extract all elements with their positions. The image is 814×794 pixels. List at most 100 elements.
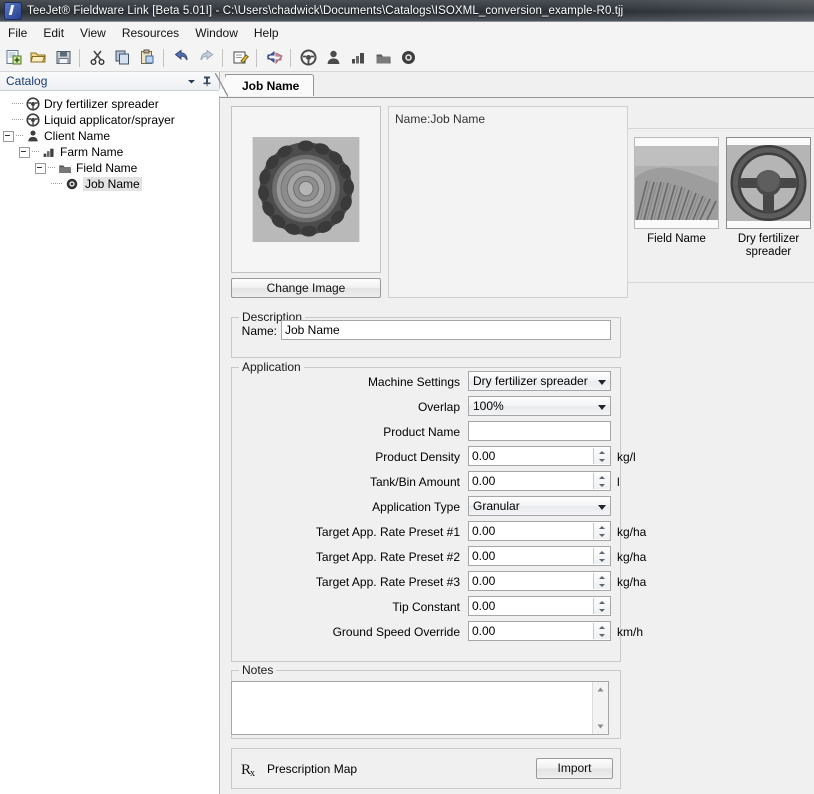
tip-constant-input[interactable]: 0.00 (468, 596, 611, 616)
target-rate-preset-3-label: Target App. Rate Preset #3 (315, 575, 460, 589)
tree-connector (12, 103, 23, 105)
field-icon (376, 54, 390, 64)
toolbar-cut-button[interactable] (85, 46, 109, 70)
machine-settings-combo[interactable]: Dry fertilizer spreader (468, 371, 611, 391)
menu-item-window[interactable]: Window (187, 23, 246, 43)
target-rate-preset-1-input[interactable]: 0.00 (468, 521, 611, 541)
toolbar-farm-button[interactable] (346, 46, 370, 70)
machine-settings-label: Machine Settings (367, 375, 460, 389)
new-icon (6, 50, 21, 65)
toolbar-transfer-button[interactable] (262, 46, 286, 70)
tip-constant-stepper[interactable] (593, 598, 610, 614)
svg-text:x: x (250, 768, 255, 778)
stepper-down[interactable] (594, 531, 610, 539)
stepper-up[interactable] (594, 523, 610, 531)
job-name-summary: Name:Job Name (388, 106, 628, 298)
stepper-down[interactable] (594, 556, 610, 564)
change-image-button[interactable]: Change Image (231, 278, 381, 298)
product-name-input[interactable] (468, 421, 611, 441)
target-rate-preset-1-label: Target App. Rate Preset #1 (315, 525, 460, 539)
job-image-box[interactable] (231, 106, 381, 273)
tree-expander-field[interactable] (35, 162, 46, 174)
tip-constant-value: 0.00 (472, 599, 496, 613)
stepper-up[interactable] (594, 473, 610, 481)
toolbar-client-button[interactable] (321, 46, 345, 70)
tree-item-label: Field Name (76, 161, 138, 175)
notes-scrollbar[interactable] (592, 682, 608, 734)
tree-item-field-name[interactable]: Field Name (0, 160, 219, 176)
tree-connector (32, 151, 39, 153)
stepper-up[interactable] (594, 573, 610, 581)
toolbar-redo-button[interactable] (194, 46, 218, 70)
stepper-up[interactable] (594, 448, 610, 456)
stepper-down[interactable] (594, 456, 610, 464)
target-rate-preset-2-stepper[interactable] (593, 548, 610, 564)
tree-item-liquid-applicator-sprayer[interactable]: Liquid applicator/sprayer (0, 112, 219, 128)
product-density-stepper[interactable] (593, 448, 610, 464)
tank-bin-amount-unit: l (617, 475, 620, 489)
toolbar-new-button[interactable] (1, 46, 25, 70)
stepper-down[interactable] (594, 581, 610, 589)
notes-textarea[interactable] (231, 681, 609, 735)
thumbnail-machine[interactable]: Dry fertilizer spreader (726, 137, 811, 259)
tree-expander-client[interactable] (3, 130, 14, 142)
tank-bin-amount-input[interactable]: 0.00 (468, 471, 611, 491)
tree-item-label: Client Name (44, 129, 111, 143)
tree-item-farm-name[interactable]: Farm Name (0, 144, 219, 160)
application-type-combo[interactable]: Granular (468, 496, 611, 516)
notes-group-title: Notes (239, 663, 277, 677)
ground-speed-override-stepper[interactable] (593, 623, 610, 639)
stepper-up[interactable] (594, 598, 610, 606)
tree-item-client-name[interactable]: Client Name (0, 128, 219, 144)
target-rate-preset-1-unit: kg/ha (617, 525, 647, 539)
menu-item-resources[interactable]: Resources (114, 23, 187, 43)
catalog-menu-button[interactable] (183, 73, 199, 89)
notes-scroll-up[interactable] (593, 682, 608, 697)
menu-item-file[interactable]: File (0, 23, 35, 43)
target-rate-preset-3-stepper[interactable] (593, 573, 610, 589)
tree-item-dry-fertilizer-spreader[interactable]: Dry fertilizer spreader (0, 96, 219, 112)
target-rate-preset-3-input[interactable]: 0.00 (468, 571, 611, 591)
tree-item-job-name[interactable]: Job Name (0, 176, 219, 192)
target-rate-preset-1-stepper[interactable] (593, 523, 610, 539)
toolbar-undo-button[interactable] (169, 46, 193, 70)
thumbnail-field[interactable]: Field Name (634, 137, 719, 259)
tank-bin-amount-stepper[interactable] (593, 473, 610, 489)
chevron-down-icon (598, 405, 606, 410)
client-icon (327, 50, 339, 64)
name-input[interactable]: Job Name (281, 320, 611, 340)
product-density-input[interactable]: 0.00 (468, 446, 611, 466)
catalog-pin-button[interactable] (199, 73, 215, 89)
notes-scroll-down[interactable] (593, 719, 608, 734)
toolbar-save-button[interactable] (51, 46, 75, 70)
menu-item-help[interactable]: Help (246, 23, 287, 43)
toolbar (0, 44, 814, 72)
toolbar-rename-button[interactable] (228, 46, 252, 70)
overlap-label: Overlap (417, 400, 460, 414)
menu-item-view[interactable]: View (72, 23, 114, 43)
tab-label: Job Name (242, 79, 300, 93)
stepper-down[interactable] (594, 631, 610, 639)
toolbar-job-button[interactable] (396, 46, 420, 70)
ground-speed-override-input[interactable]: 0.00 (468, 621, 611, 641)
stepper-down[interactable] (594, 606, 610, 614)
tab-job-name[interactable]: Job Name (214, 73, 315, 97)
target-rate-preset-2-input[interactable]: 0.00 (468, 546, 611, 566)
toolbar-copy-button[interactable] (110, 46, 134, 70)
import-button[interactable]: Import (536, 758, 613, 779)
overlap-combo[interactable]: 100% (468, 396, 611, 416)
tree-item-label: Dry fertilizer spreader (44, 97, 159, 111)
stepper-up[interactable] (594, 548, 610, 556)
stepper-up[interactable] (594, 623, 610, 631)
toolbar-open-button[interactable] (26, 46, 50, 70)
open-icon (29, 52, 45, 63)
toolbar-paste-button[interactable] (135, 46, 159, 70)
menu-item-edit[interactable]: Edit (35, 23, 72, 43)
paste-icon (140, 49, 153, 64)
application-group-title: Application (239, 360, 304, 374)
stepper-down[interactable] (594, 481, 610, 489)
product-density-unit: kg/l (617, 450, 636, 464)
tree-expander-farm[interactable] (19, 146, 30, 158)
toolbar-field-button[interactable] (371, 46, 395, 70)
toolbar-machine-button[interactable] (296, 46, 320, 70)
